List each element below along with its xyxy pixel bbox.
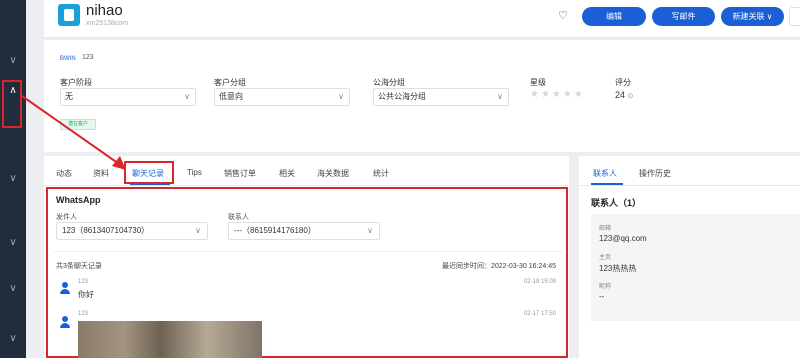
message-image[interactable]	[78, 321, 262, 358]
group-label: 客户分组	[214, 78, 246, 87]
contact-value: ---（8615914176180）	[234, 226, 316, 235]
customer-email: xm25138com	[86, 20, 129, 27]
sidebar-highlight-box	[2, 80, 22, 128]
message-sender: 123	[78, 279, 89, 285]
tab-contacts[interactable]: 联系人	[593, 168, 617, 179]
user-icon	[58, 315, 72, 329]
source-tag: BWIN	[60, 56, 76, 62]
email-value: 123@qq.com	[599, 234, 647, 243]
stage-select[interactable]: 无 ∨	[60, 88, 196, 106]
homepage-key: 主页	[599, 255, 612, 261]
customer-info: BWIN 123 客户阶段 无 ∨ 客户分组 低意向 ∨ 公海分组 公共公海分组…	[44, 40, 800, 152]
tab-divider	[579, 185, 800, 186]
tab-tips[interactable]: Tips	[187, 168, 202, 177]
public-pool-label: 公海分组	[373, 78, 405, 87]
heart-icon[interactable]: ♡	[558, 9, 568, 22]
contacts-panel: 联系人 操作历史 联系人（1） 邮箱 123@qq.com 主页 123热热热 …	[579, 156, 800, 358]
chat-count: 共3条聊天记录	[56, 263, 102, 270]
chevron-down-icon[interactable]: ∨	[6, 54, 20, 68]
contact-select[interactable]: ---（8615914176180） ∨	[228, 222, 380, 240]
tab-customs-data[interactable]: 海关数据	[317, 168, 349, 179]
public-pool-select[interactable]: 公共公海分组 ∨	[373, 88, 509, 106]
message-sender: 123	[78, 311, 89, 317]
tab-profile[interactable]: 资料	[93, 168, 109, 179]
message-text: 你好	[78, 290, 94, 299]
chevron-down-icon: ∨	[367, 226, 373, 235]
score-label: 评分	[615, 78, 631, 87]
source-value: 123	[82, 54, 94, 61]
sender-value: 123（8613407104730）	[62, 226, 150, 235]
contact-card[interactable]: 邮箱 123@qq.com 主页 123热热热 昵称 --	[591, 214, 800, 321]
edit-button[interactable]: 编辑	[582, 7, 646, 26]
write-email-button[interactable]: 写邮件	[652, 7, 715, 26]
chevron-down-icon[interactable]: ∨	[6, 282, 20, 296]
left-sidebar: ∨ ∧ ∨ ∨ ∨ ∨	[0, 0, 26, 358]
message-time: 02-17 17:50	[523, 311, 556, 317]
star-rating[interactable]: ★★★★★	[530, 89, 585, 100]
tab-related[interactable]: 相关	[279, 168, 295, 179]
more-button[interactable]	[789, 7, 800, 26]
last-sync-time: 最近同步时间：2022-03-30 16:24:45	[442, 263, 556, 270]
sender-label: 发件人	[56, 214, 77, 221]
tab-divider	[44, 185, 569, 186]
chat-history-box: WhatsApp 发件人 123（8613407104730） ∨ 联系人 --…	[46, 187, 568, 358]
stage-value: 无	[65, 92, 73, 101]
new-association-button[interactable]: 新建关联 ∨	[721, 7, 784, 26]
public-pool-value: 公共公海分组	[378, 92, 426, 101]
customer-avatar-icon	[58, 4, 80, 26]
detail-tabs-panel: 动态 资料 聊天记录 Tips 销售订单 相关 海关数据 统计 WhatsApp…	[44, 156, 569, 358]
contacts-title: 联系人（1）	[591, 198, 642, 208]
contact-label: 联系人	[228, 214, 249, 221]
score-value: 24 ⊙	[615, 90, 634, 100]
chevron-down-icon: ∨	[184, 92, 190, 101]
customer-name: nihao	[86, 2, 123, 19]
tab-activity[interactable]: 动态	[56, 168, 72, 179]
tab-statistics[interactable]: 统计	[373, 168, 389, 179]
customer-header: nihao xm25138com ♡ 编辑 写邮件 新建关联 ∨	[44, 0, 800, 38]
email-key: 邮箱	[599, 226, 612, 232]
tab-sales-orders[interactable]: 销售订单	[224, 168, 256, 179]
sender-select[interactable]: 123（8613407104730） ∨	[56, 222, 208, 240]
group-select[interactable]: 低意向 ∨	[214, 88, 350, 106]
chevron-down-icon: ∨	[195, 226, 201, 235]
stage-label: 客户阶段	[60, 78, 92, 87]
message-time: 02-18 15:09	[523, 279, 556, 285]
nickname-value: --	[599, 292, 605, 301]
nickname-key: 昵称	[599, 284, 612, 290]
chevron-down-icon[interactable]: ∨	[6, 172, 20, 186]
divider	[54, 251, 562, 252]
star-label: 星级	[530, 78, 546, 87]
homepage-value: 123热热热	[599, 264, 637, 273]
chevron-down-icon: ∨	[497, 92, 503, 101]
chevron-down-icon[interactable]: ∨	[6, 236, 20, 250]
status-badge: 潜在客户	[60, 119, 96, 130]
chevron-down-icon: ∨	[338, 92, 344, 101]
user-icon	[58, 281, 72, 295]
tab-highlight-box	[124, 161, 174, 184]
chevron-down-icon[interactable]: ∨	[6, 332, 20, 346]
tab-operation-history[interactable]: 操作历史	[639, 168, 671, 179]
chat-channel-title: WhatsApp	[56, 195, 101, 205]
help-icon: ⊙	[627, 93, 634, 100]
group-value: 低意向	[219, 92, 243, 101]
